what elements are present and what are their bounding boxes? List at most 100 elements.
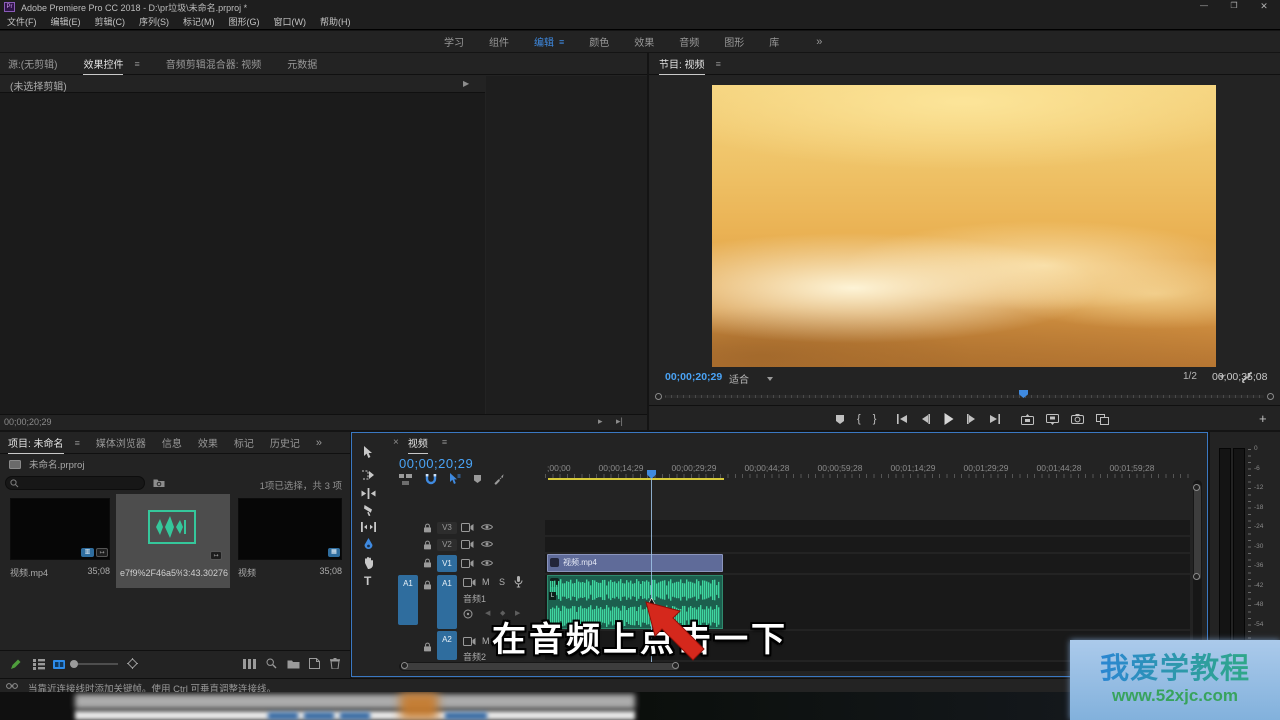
track-a2-badge[interactable]: A2 xyxy=(437,631,457,660)
scrubber-left-handle[interactable] xyxy=(655,393,662,400)
automate-to-sequence-icon[interactable] xyxy=(243,659,256,669)
trash-icon[interactable] xyxy=(330,658,340,669)
zoom-slider-thumb[interactable] xyxy=(70,660,78,668)
menu-clip[interactable]: 剪辑(C) xyxy=(95,15,126,28)
go-to-out-icon[interactable] xyxy=(989,414,1001,424)
watermark-url[interactable]: www.52xjc.com xyxy=(1112,686,1238,706)
track-v2-badge[interactable]: V2 xyxy=(437,539,457,551)
tab-audio-clip-mixer[interactable]: 音频剪辑混合器: 视频 xyxy=(166,56,262,71)
lock-icon[interactable] xyxy=(423,523,432,533)
timeline-h-scrollbar[interactable] xyxy=(399,662,1179,671)
menu-marker[interactable]: 标记(M) xyxy=(183,15,215,28)
project-item-video[interactable]: ▥ ↦ 视频.mp4 35;08 xyxy=(8,498,112,584)
lock-icon[interactable] xyxy=(423,558,432,568)
program-scrubber[interactable] xyxy=(655,389,1274,403)
mark-out-icon[interactable]: } xyxy=(873,413,877,425)
scrubber-track[interactable] xyxy=(665,395,1264,398)
fit-dropdown[interactable]: 适合 xyxy=(729,371,773,386)
type-tool-icon[interactable]: T xyxy=(364,574,371,588)
step-forward-icon[interactable] xyxy=(966,414,977,424)
new-item-icon[interactable] xyxy=(309,658,320,669)
tab-effects[interactable]: 效果 xyxy=(198,435,218,450)
go-to-in-icon[interactable] xyxy=(896,414,908,424)
v-scroll-thumb[interactable] xyxy=(1194,484,1201,580)
project-item-audio[interactable]: ↦ e7f9%2F46a5%... 3:43.30276 xyxy=(118,498,228,584)
tab-markers[interactable]: 标记 xyxy=(234,435,254,450)
project-item-sequence[interactable]: ▦ 视频 35;08 xyxy=(236,498,346,584)
menu-window[interactable]: 窗口(W) xyxy=(274,15,307,28)
tab-project[interactable]: 项目: 未命名 xyxy=(8,435,64,450)
menu-sequence[interactable]: 序列(S) xyxy=(139,15,169,28)
workspace-tab-effects[interactable]: 效果 xyxy=(634,34,654,49)
find-icon[interactable] xyxy=(266,658,277,669)
tab-metadata[interactable]: 元数据 xyxy=(287,56,317,71)
tab-media-browser[interactable]: 媒体浏览器 xyxy=(96,435,146,450)
export-frame-camera-icon[interactable] xyxy=(1071,414,1084,424)
insert-overwrite-icon[interactable] xyxy=(399,474,412,485)
add-button-icon[interactable]: + xyxy=(1259,411,1267,426)
play-button-icon[interactable] xyxy=(943,413,954,425)
minimize-button[interactable]: — xyxy=(1190,1,1218,10)
lock-icon[interactable] xyxy=(423,642,432,652)
scrubber-right-handle[interactable] xyxy=(1267,393,1274,400)
tab-info[interactable]: 信息 xyxy=(162,435,182,450)
project-tabs-overflow-chevron[interactable]: » xyxy=(316,437,322,449)
menu-graphics[interactable]: 图形(G) xyxy=(229,15,260,28)
show-keyframes-icon[interactable] xyxy=(463,609,473,619)
ripple-edit-tool-icon[interactable] xyxy=(361,488,376,499)
program-timecode[interactable]: 00;00;20;29 xyxy=(665,371,722,383)
program-panel-menu-icon[interactable]: ≡ xyxy=(716,59,721,69)
item-name[interactable]: 视频.mp4 xyxy=(10,566,48,579)
workspace-tab-assembly[interactable]: 组件 xyxy=(489,34,509,49)
track-output-icon[interactable] xyxy=(461,559,474,568)
pen-tool-icon[interactable] xyxy=(363,538,374,552)
lock-icon[interactable] xyxy=(423,580,432,590)
tab-program-monitor[interactable]: 节目: 视频 xyxy=(659,56,705,71)
eye-icon[interactable] xyxy=(481,523,493,531)
track-output-icon[interactable] xyxy=(461,540,474,549)
close-button[interactable]: ✕ xyxy=(1250,1,1278,12)
new-bin-icon[interactable] xyxy=(287,659,300,669)
source-patch-a1[interactable]: A1 xyxy=(398,575,418,625)
timeline-marker-icon[interactable] xyxy=(473,474,482,484)
item-name[interactable]: 视频 xyxy=(238,566,256,579)
close-panel-icon[interactable]: × xyxy=(393,437,399,448)
marker-icon[interactable] xyxy=(835,414,845,425)
selection-tool-icon[interactable] xyxy=(363,446,374,459)
workspace-tab-learn[interactable]: 学习 xyxy=(444,34,464,49)
icon-view-icon[interactable] xyxy=(53,659,65,670)
track-v3-content[interactable] xyxy=(545,520,1190,535)
snap-magnet-icon[interactable] xyxy=(425,473,437,485)
thumbnail-zoom-slider[interactable] xyxy=(70,663,118,665)
workspace-tab-graphics[interactable]: 图形 xyxy=(724,34,744,49)
timeline-timecode[interactable]: 00;00;20;29 xyxy=(399,456,473,471)
linked-selection-icon[interactable] xyxy=(449,473,461,485)
timeline-ruler[interactable]: ;00;00 00;00;14;29 00;00;29;29 00;00;44;… xyxy=(545,458,1190,480)
solo-button[interactable]: S xyxy=(499,577,505,587)
list-view-icon[interactable] xyxy=(33,659,45,670)
workspace-tab-color[interactable]: 颜色 xyxy=(589,34,609,49)
tab-effect-controls[interactable]: 效果控件 xyxy=(83,56,123,71)
project-file-name[interactable]: 未命名.prproj xyxy=(29,457,84,471)
workspace-tab-libraries[interactable]: 库 xyxy=(769,34,779,49)
play-audio-icon[interactable]: ▸ xyxy=(598,416,603,427)
track-select-forward-tool-icon[interactable] xyxy=(362,470,375,480)
workspace-tab-audio[interactable]: 音频 xyxy=(679,34,699,49)
voiceover-mic-icon[interactable] xyxy=(514,576,523,588)
lift-icon[interactable] xyxy=(1021,414,1034,425)
effect-controls-panel-menu-icon[interactable]: ≡ xyxy=(134,59,139,69)
go-previous-keyframe-icon[interactable]: ◀ xyxy=(485,609,490,617)
timeline-settings-wrench-icon[interactable] xyxy=(493,473,505,485)
timeline-panel-menu-icon[interactable]: ≡ xyxy=(442,437,447,447)
track-enable-icon[interactable] xyxy=(463,578,476,587)
maximize-button[interactable]: ❐ xyxy=(1220,1,1248,10)
mute-button[interactable]: M xyxy=(482,577,490,587)
writable-pencil-icon[interactable] xyxy=(10,659,21,670)
collapse-caret-icon[interactable]: ▶ xyxy=(463,79,469,88)
workspace-menu-icon[interactable]: ≡ xyxy=(559,37,564,47)
project-search-input[interactable] xyxy=(5,476,145,490)
track-output-icon[interactable] xyxy=(461,523,474,532)
tab-source-monitor[interactable]: 源:(无剪辑) xyxy=(8,56,57,71)
sort-icon[interactable] xyxy=(127,658,138,669)
eye-icon[interactable] xyxy=(481,540,493,548)
